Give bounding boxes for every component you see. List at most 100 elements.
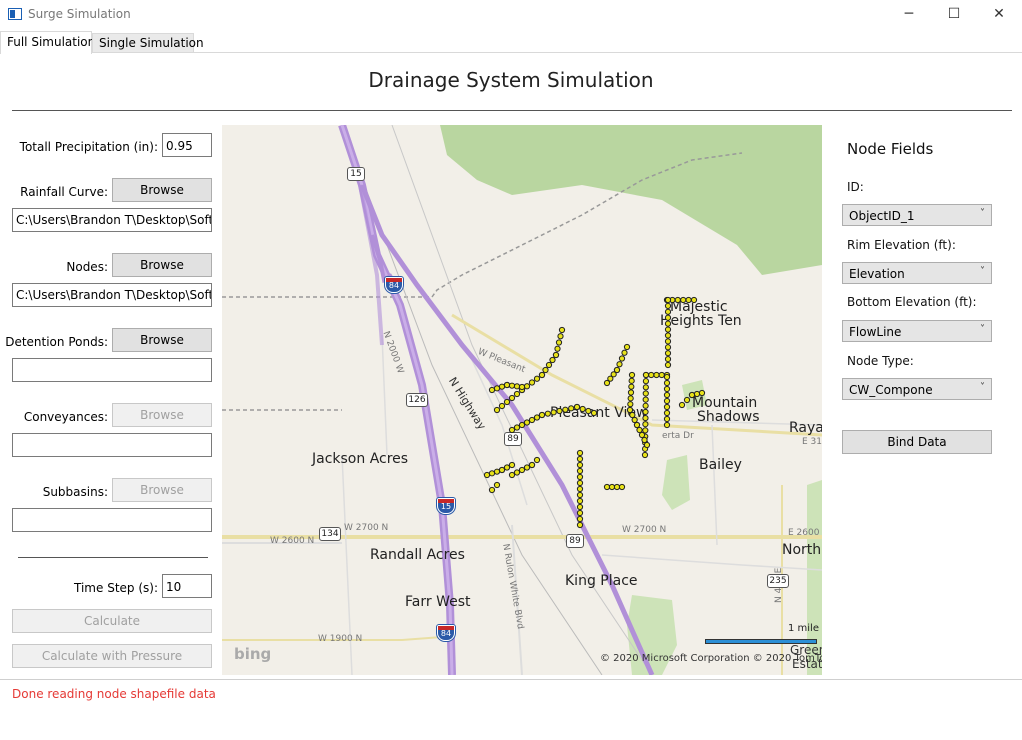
node-type-value: CW_Compone [849, 383, 933, 397]
node-marker [642, 408, 649, 416]
node-marker [579, 405, 586, 413]
status-message: Done reading node shapefile data [12, 687, 216, 701]
title-bar: Surge Simulation ─ ☐ ✕ [0, 0, 1022, 30]
subbasins-path-field[interactable] [12, 508, 212, 532]
node-marker [590, 409, 598, 417]
node-marker [508, 461, 516, 469]
node-marker [549, 356, 556, 364]
id-select-value: ObjectID_1 [849, 209, 915, 223]
tab-full-simulation[interactable]: Full Simulation [0, 31, 95, 54]
calculate-with-pressure-button[interactable]: Calculate with Pressure [12, 644, 212, 668]
node-marker [533, 375, 541, 382]
node-marker [648, 371, 655, 379]
node-marker [576, 521, 584, 529]
subbasins-browse-button[interactable]: Browse [112, 478, 212, 502]
calculate-button[interactable]: Calculate [12, 609, 212, 633]
close-button[interactable]: ✕ [976, 0, 1022, 30]
node-marker [638, 431, 646, 439]
app-icon [8, 8, 22, 20]
node-marker [518, 383, 526, 391]
node-marker [653, 371, 660, 379]
scale-label: 1 mile [788, 623, 819, 634]
node-marker [663, 397, 671, 405]
node-marker [576, 515, 584, 523]
node-marker [685, 296, 692, 304]
node-marker [498, 466, 506, 474]
tab-single-simulation[interactable]: Single Simulation [92, 33, 204, 53]
rainfall-browse-button[interactable]: Browse [112, 178, 212, 202]
node-marker [508, 382, 516, 389]
rainfall-path-field[interactable]: C:\Users\Brandon T\Desktop\Softwar [12, 208, 212, 232]
node-marker [576, 491, 584, 499]
node-marker [628, 383, 635, 390]
node-marker [664, 326, 672, 333]
nodes-path-field[interactable]: C:\Users\Brandon T\Desktop\Softwar [12, 283, 212, 307]
node-marker [545, 361, 553, 369]
detention-ponds-label: Detention Ponds: [5, 335, 108, 349]
map-copyright: © 2020 Microsoft Corporation © 2020 TomT… [600, 653, 822, 664]
conveyances-browse-button[interactable]: Browse [112, 403, 212, 427]
node-marker [488, 470, 496, 477]
node-marker [528, 416, 536, 424]
node-marker [576, 467, 584, 475]
node-type-select[interactable]: CW_Compone ˅ [842, 378, 992, 400]
nodes-browse-button[interactable]: Browse [112, 253, 212, 277]
map-view[interactable]: Majestic Heights Ten Pleasant View Mount… [222, 125, 822, 675]
ponds-path-field[interactable] [12, 358, 212, 382]
node-marker [603, 483, 611, 491]
node-marker [642, 421, 649, 428]
node-marker [642, 390, 649, 397]
node-marker [533, 414, 541, 421]
node-marker [542, 366, 549, 374]
node-marker [664, 302, 672, 310]
bind-data-button[interactable]: Bind Data [842, 430, 992, 454]
node-marker [643, 441, 651, 449]
conveyances-label: Conveyances: [23, 410, 108, 424]
node-marker [576, 455, 584, 463]
node-marker [513, 469, 521, 476]
node-marker [518, 421, 526, 429]
node-marker [642, 396, 649, 403]
node-marker [585, 407, 592, 415]
conveyances-path-field[interactable] [12, 433, 212, 457]
bottom-elevation-select[interactable]: FlowLine ˅ [842, 320, 992, 342]
node-marker [576, 473, 584, 481]
left-divider [18, 557, 208, 558]
node-marker [664, 355, 672, 363]
node-marker [562, 406, 569, 413]
precipitation-input[interactable]: 0.95 [162, 133, 212, 157]
maximize-button[interactable]: ☐ [931, 0, 977, 30]
node-marker [493, 468, 501, 475]
time-step-input[interactable]: 10 [162, 574, 212, 598]
node-marker [627, 395, 634, 402]
node-marker [693, 390, 701, 398]
rim-elevation-label: Rim Elevation (ft): [847, 238, 956, 252]
node-marker [642, 427, 649, 434]
time-step-label: Time Step (s): [74, 581, 158, 595]
node-marker [658, 371, 665, 379]
node-marker [663, 421, 671, 429]
node-marker [623, 343, 631, 351]
node-marker [678, 401, 686, 409]
node-marker [642, 414, 649, 422]
node-marker [552, 351, 560, 359]
id-label: ID: [847, 180, 864, 194]
node-marker [616, 361, 623, 368]
node-marker [508, 394, 516, 402]
node-marker [576, 485, 584, 493]
window-title: Surge Simulation [28, 7, 131, 21]
node-marker [663, 409, 671, 417]
node-marker [633, 421, 641, 429]
id-select[interactable]: ObjectID_1 ˅ [842, 204, 992, 226]
minimize-button[interactable]: ─ [886, 0, 932, 30]
node-marker [680, 296, 687, 304]
node-marker [664, 332, 672, 339]
header-divider [12, 110, 1012, 111]
node-marker [523, 383, 531, 390]
node-marker [674, 296, 681, 304]
rim-elevation-select[interactable]: Elevation ˅ [842, 262, 992, 284]
node-marker [641, 436, 648, 444]
node-marker [568, 405, 575, 412]
ponds-browse-button[interactable]: Browse [112, 328, 212, 352]
node-marker [573, 403, 581, 411]
